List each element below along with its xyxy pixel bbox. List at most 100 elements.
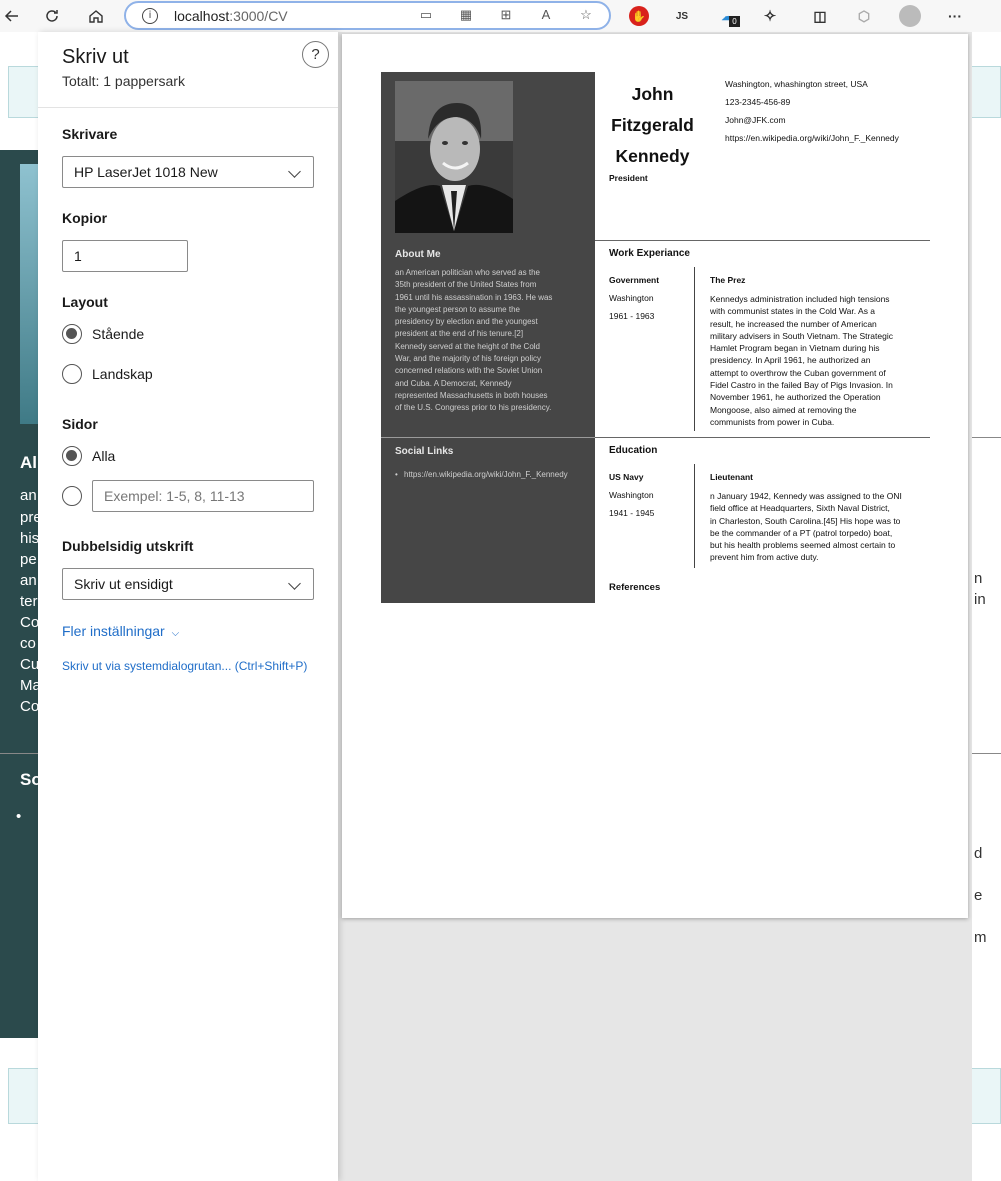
profile-photo	[395, 81, 513, 233]
education-desc-line: prevent him from active duty.	[710, 552, 819, 563]
pages-all-label[interactable]: Alla	[92, 448, 115, 464]
js-extension-icon[interactable]: JS	[672, 6, 692, 26]
education-desc-line: but his health problems seemed almost ce…	[710, 540, 896, 551]
extensions-puzzle-icon[interactable]: ✧	[760, 6, 780, 26]
favorite-star-icon[interactable]: ☆	[576, 7, 596, 23]
work-title: The Prez	[710, 275, 746, 285]
bg-text-fragment: pe	[20, 551, 37, 568]
about-line: Kennedy served at the height of the Cold	[395, 341, 540, 351]
work-desc-line: communists from power in Cuba.	[710, 416, 835, 427]
split-screen-icon[interactable]: ◫	[810, 6, 830, 26]
more-settings-link[interactable]: Fler inställningar ⌵	[62, 623, 179, 639]
bg-text-fragment: his	[20, 530, 40, 547]
about-line: president at the end of his tenure.[2]	[395, 329, 524, 339]
education-years: 1941 - 1945	[609, 508, 655, 518]
chevron-down-icon	[288, 165, 301, 178]
home-icon[interactable]	[84, 4, 108, 28]
education-divider	[595, 437, 930, 438]
work-desc-line: Hamlet Program began in Vietnam during h…	[710, 343, 880, 354]
apps-icon[interactable]: ▦	[456, 7, 476, 23]
work-desc-line: presidency. In April 1961, he authorized…	[710, 355, 871, 366]
social-heading: Social Links	[395, 446, 454, 457]
browser-toolbar: i localhost:3000/CV ▭ ▦ ⊞ A ☆ ✋ JS ☁ 0 ✧…	[0, 0, 1001, 32]
pages-label: Sidor	[62, 416, 98, 432]
cv-role: President	[609, 173, 648, 183]
about-line: represented Massachusetts in both houses	[395, 390, 548, 400]
bg-header-strip-right	[970, 66, 1001, 118]
duplex-select[interactable]: Skriv ut ensidigt	[62, 568, 314, 600]
education-vertical-line	[694, 464, 695, 568]
landscape-radio[interactable]	[62, 364, 82, 384]
copies-value: 1	[74, 248, 82, 264]
shield-icon[interactable]: ⬡	[854, 6, 874, 26]
about-line: and Cuba. A Democrat, Kennedy	[395, 378, 512, 388]
copies-input[interactable]: 1	[62, 240, 188, 272]
bg-text-fragment: an	[20, 572, 37, 589]
bg-heading-fragment: Al	[20, 453, 37, 472]
education-location: Washington	[609, 490, 654, 500]
extension-badge: 0	[729, 16, 740, 27]
cv-name: John Fitzgerald Kennedy	[601, 79, 704, 172]
duplex-label: Dubbelsidig utskrift	[62, 538, 194, 554]
education-org: US Navy	[609, 472, 644, 482]
bg-footer-strip-left	[8, 1068, 40, 1124]
address-bar[interactable]: i localhost:3000/CV ▭ ▦ ⊞ A ☆	[124, 1, 611, 30]
landscape-label[interactable]: Landskap	[92, 366, 153, 382]
bg-text-fragment: m	[974, 929, 987, 946]
bg-text-fragment: n	[974, 570, 983, 587]
bg-text-fragment: ter	[20, 593, 38, 610]
system-dialog-link[interactable]: Skriv ut via systemdialogrutan... (Ctrl+…	[62, 659, 307, 673]
panel-divider	[38, 107, 338, 108]
contact-line: John@JFK.com	[725, 115, 786, 125]
bg-text-fragment: Co	[20, 614, 40, 631]
education-heading: Education	[609, 445, 658, 456]
site-info-icon[interactable]: i	[142, 8, 158, 24]
device-icon[interactable]: ▭	[416, 7, 436, 23]
about-line: concerned relations with the Soviet Unio…	[395, 366, 543, 376]
pages-custom-radio[interactable]	[62, 486, 82, 506]
education-desc-line: be the commander of a PT (patrol torpedo…	[710, 527, 893, 538]
pages-custom-input[interactable]: Exempel: 1-5, 8, 11-13	[92, 480, 314, 512]
about-line: War, and the majority of his foreign pol…	[395, 354, 541, 364]
work-desc-line: result, he increased the number of Ameri…	[710, 318, 877, 329]
bg-divider-right1	[972, 437, 1001, 438]
education-description: n January 1942, Kennedy was assigned to …	[710, 490, 920, 564]
refresh-icon[interactable]	[40, 4, 64, 28]
bg-footer-strip-right	[970, 1068, 1001, 1124]
profile-avatar[interactable]	[899, 5, 921, 27]
work-desc-line: military advisers in South Vietnam. The …	[710, 330, 893, 341]
social-link[interactable]: https://en.wikipedia.org/wiki/John_F._Ke…	[395, 470, 568, 479]
printer-select[interactable]: HP LaserJet 1018 New	[62, 156, 314, 188]
about-line: 1961 until his assassination in 1963. He…	[395, 292, 553, 302]
read-aloud-icon[interactable]: A	[536, 7, 556, 22]
work-org: Government	[609, 275, 660, 285]
more-settings-label: Fler inställningar	[62, 623, 165, 639]
work-desc-line: attempt to overthrow the Cuban governmen…	[710, 367, 886, 378]
duplex-value: Skriv ut ensidigt	[74, 576, 173, 592]
paper-preview: About Me an American politician who serv…	[342, 34, 968, 918]
pages-all-radio[interactable]	[62, 446, 82, 466]
references-heading: References	[609, 582, 661, 593]
copies-label: Kopior	[62, 210, 108, 226]
layout-label: Layout	[62, 294, 108, 310]
portrait-radio[interactable]	[62, 324, 82, 344]
adblock-icon[interactable]: ✋	[629, 6, 649, 26]
education-desc-line: n January 1942, Kennedy was assigned to …	[710, 491, 902, 501]
help-icon[interactable]: ?	[302, 41, 329, 68]
bg-text-fragment: Co	[20, 698, 40, 715]
add-icon[interactable]: ⊞	[496, 7, 516, 23]
chevron-down-small-icon: ⌵	[171, 628, 180, 639]
about-line: presidency by election and the youngest	[395, 317, 538, 327]
back-icon[interactable]	[0, 4, 24, 28]
bg-photo-fragment	[20, 164, 38, 424]
work-description: Kennedys administration included high te…	[710, 293, 920, 428]
bg-bullet-fragment: •	[16, 808, 22, 825]
education-desc-line: in Charleston, South Carolina.[45] His h…	[710, 515, 901, 526]
pages-custom-placeholder: Exempel: 1-5, 8, 11-13	[104, 488, 245, 504]
print-title: Skriv ut	[62, 46, 129, 68]
sheet-total: Totalt: 1 pappersark	[62, 73, 185, 89]
work-desc-line: with communist states in the Cold War. A…	[710, 306, 876, 317]
menu-dots-icon[interactable]: ···	[945, 6, 965, 26]
portrait-label[interactable]: Stående	[92, 326, 144, 342]
education-desc-line: field office at Headquarters, Sixth Nava…	[710, 503, 890, 514]
